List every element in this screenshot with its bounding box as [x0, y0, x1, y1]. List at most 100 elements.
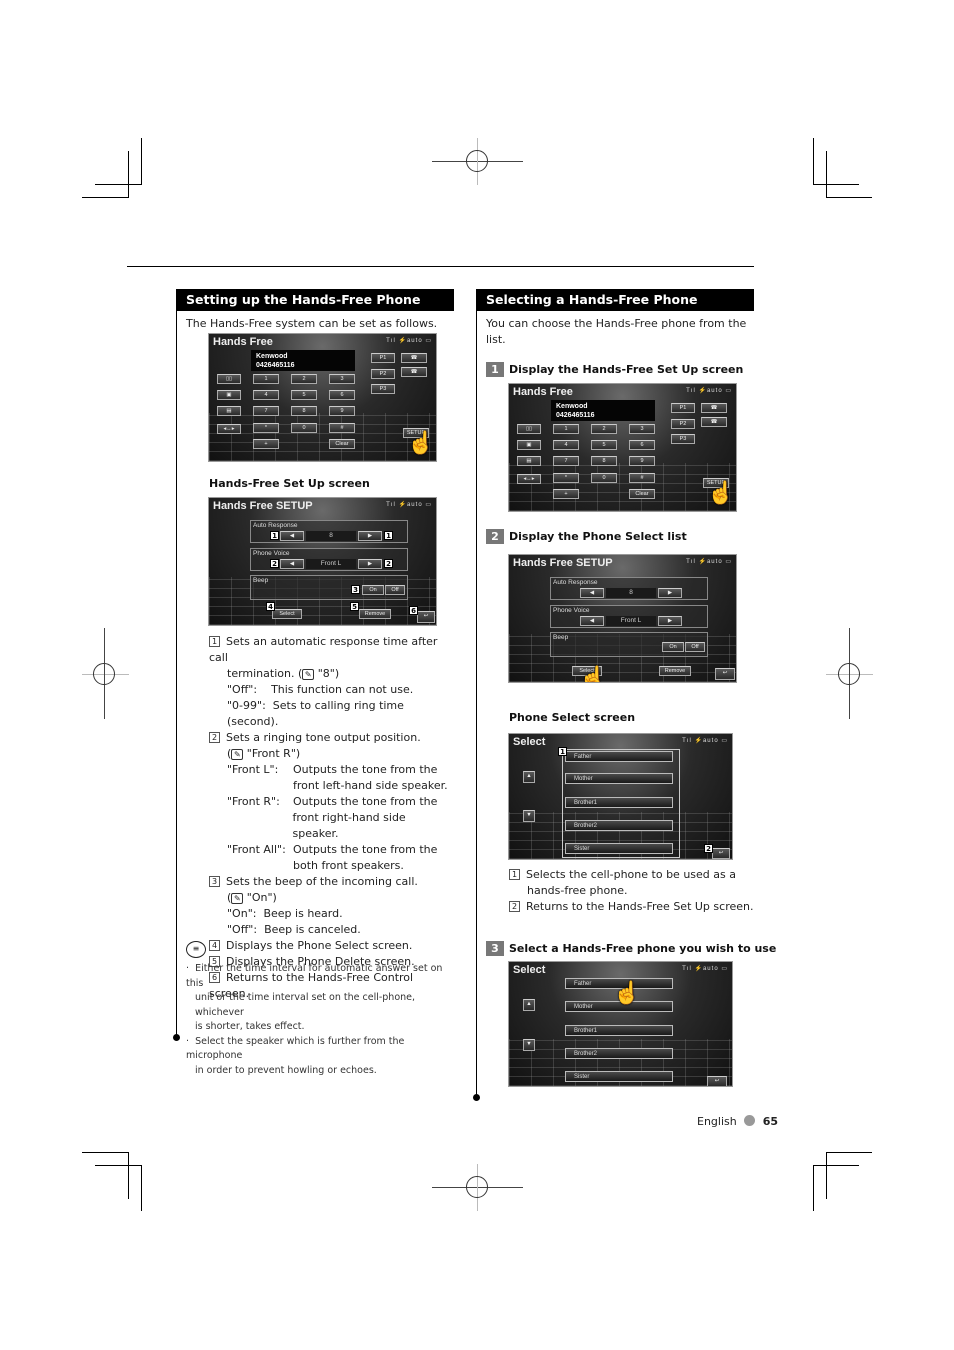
- key-7[interactable]: 7: [253, 406, 279, 416]
- key-9[interactable]: 9: [329, 406, 355, 416]
- right-column-rule: [476, 289, 477, 1097]
- remove-button[interactable]: Remove: [359, 609, 391, 619]
- phone-item[interactable]: Father: [565, 751, 673, 762]
- clear-button[interactable]: Clear: [629, 489, 655, 499]
- key-star[interactable]: *: [553, 473, 579, 483]
- call-button[interactable]: ☎: [401, 353, 427, 363]
- key-2[interactable]: 2: [591, 424, 617, 434]
- preset-p3[interactable]: P3: [671, 434, 695, 444]
- setup-screen-step2: Hands Free SETUP Tıl ⚡auto ▭ Auto Respon…: [508, 554, 737, 683]
- phone-voice-previous[interactable]: ◀: [580, 616, 604, 626]
- call-button[interactable]: ☎: [701, 403, 727, 413]
- key-1[interactable]: 1: [553, 424, 579, 434]
- key-6[interactable]: 6: [329, 390, 355, 400]
- key-8[interactable]: 8: [591, 456, 617, 466]
- key-star[interactable]: *: [253, 423, 279, 433]
- phonebook-button[interactable]: ▯▯: [517, 424, 541, 434]
- back-button[interactable]: ↩: [417, 611, 435, 623]
- hands-free-screen-step1: Hands Free Tıl ⚡auto ▭ Kenwood 042646511…: [508, 383, 737, 512]
- note-icon: ≡: [186, 941, 206, 958]
- preset-p1[interactable]: P1: [671, 403, 695, 413]
- auto-response-increase[interactable]: ▶: [658, 588, 682, 598]
- beep-off-button[interactable]: Off: [385, 585, 405, 595]
- key-5[interactable]: 5: [291, 390, 317, 400]
- preset-p1[interactable]: P1: [371, 353, 395, 363]
- screen-title: Hands Free SETUP: [513, 557, 613, 569]
- phone-voice-next[interactable]: ▶: [358, 559, 382, 569]
- beep-off-button[interactable]: Off: [685, 642, 705, 652]
- phone-item[interactable]: Brother2: [565, 1048, 673, 1059]
- preset-p2[interactable]: P2: [371, 369, 395, 379]
- scroll-down-button[interactable]: ▼: [523, 810, 535, 822]
- screen-title: Hands Free SETUP: [213, 500, 313, 512]
- audio-switch-button[interactable]: ◂↔▸: [517, 474, 541, 484]
- key-hash[interactable]: #: [329, 423, 355, 433]
- crop-mark: [82, 1152, 129, 1153]
- incoming-log-button[interactable]: ▤: [217, 406, 241, 416]
- beep-on-button[interactable]: On: [662, 642, 684, 652]
- triangle-right-icon: ▶: [667, 590, 673, 596]
- preset-p3[interactable]: P3: [371, 384, 395, 394]
- outgoing-log-button[interactable]: ▣: [217, 390, 241, 400]
- status-icons: Tıl ⚡auto ▭: [686, 388, 732, 394]
- beep-label: Beep: [253, 577, 269, 584]
- hangup-button[interactable]: ☎: [701, 417, 727, 427]
- key-1[interactable]: 1: [253, 374, 279, 384]
- audio-switch-button[interactable]: ◂↔▸: [217, 424, 241, 434]
- select-button[interactable]: Select: [272, 609, 302, 619]
- key-hash[interactable]: #: [629, 473, 655, 483]
- description-2: 2 Sets a ringing tone output position.: [209, 730, 454, 746]
- crop-mark: [95, 184, 142, 185]
- auto-response-decrease[interactable]: ◀: [580, 588, 604, 598]
- callout-5: 5: [350, 602, 359, 611]
- auto-response-decrease[interactable]: ◀: [280, 531, 304, 541]
- remove-button[interactable]: Remove: [659, 666, 691, 676]
- crop-mark: [813, 184, 859, 185]
- key-5[interactable]: 5: [591, 440, 617, 450]
- auto-response-increase[interactable]: ▶: [358, 531, 382, 541]
- preset-p2[interactable]: P2: [671, 419, 695, 429]
- phonebook-button[interactable]: ▯▯: [217, 374, 241, 384]
- key-9[interactable]: 9: [629, 456, 655, 466]
- key-6[interactable]: 6: [629, 440, 655, 450]
- clear-button[interactable]: Clear: [329, 439, 355, 449]
- key-7[interactable]: 7: [553, 456, 579, 466]
- key-plus[interactable]: +: [553, 489, 579, 499]
- key-plus[interactable]: +: [253, 439, 279, 449]
- phone-voice-previous[interactable]: ◀: [280, 559, 304, 569]
- scroll-up-button[interactable]: ▲: [523, 999, 535, 1011]
- hands-free-screen: Hands Free Tıl ⚡auto ▭ Kenwood 042646511…: [208, 333, 437, 462]
- phone-voice-next[interactable]: ▶: [658, 616, 682, 626]
- crop-mark: [95, 1165, 142, 1166]
- note-item: · Select the speaker which is further fr…: [186, 1035, 405, 1062]
- back-button[interactable]: ↩: [715, 668, 735, 680]
- beep-on-button[interactable]: On: [362, 585, 384, 595]
- triangle-left-icon: ◀: [589, 618, 595, 624]
- key-3[interactable]: 3: [329, 374, 355, 384]
- key-2[interactable]: 2: [291, 374, 317, 384]
- hangup-button[interactable]: ☎: [401, 367, 427, 377]
- incoming-log-button[interactable]: ▤: [517, 456, 541, 466]
- key-0[interactable]: 0: [591, 473, 617, 483]
- phone-item[interactable]: Brother1: [565, 1025, 673, 1036]
- scroll-down-button[interactable]: ▼: [523, 1039, 535, 1051]
- key-3[interactable]: 3: [629, 424, 655, 434]
- default-setting-icon: ✎: [231, 893, 244, 904]
- back-button[interactable]: ↩: [707, 1076, 727, 1086]
- scroll-up-button[interactable]: ▲: [523, 771, 535, 783]
- callout-6: 6: [409, 606, 418, 615]
- key-4[interactable]: 4: [253, 390, 279, 400]
- phone-item[interactable]: Brother2: [565, 820, 673, 831]
- outgoing-log-button[interactable]: ▣: [517, 440, 541, 450]
- back-button[interactable]: ↩: [712, 848, 730, 859]
- key-8[interactable]: 8: [291, 406, 317, 416]
- triangle-up-icon: ▲: [526, 1001, 532, 1007]
- crop-mark: [128, 151, 129, 198]
- phone-item[interactable]: Mother: [565, 773, 673, 784]
- phone-item[interactable]: Sister: [565, 843, 673, 854]
- key-0[interactable]: 0: [291, 423, 317, 433]
- description-3: 3 Sets the beep of the incoming call.: [209, 874, 454, 890]
- phone-item[interactable]: Sister: [565, 1071, 673, 1082]
- phone-item[interactable]: Brother1: [565, 797, 673, 808]
- key-4[interactable]: 4: [553, 440, 579, 450]
